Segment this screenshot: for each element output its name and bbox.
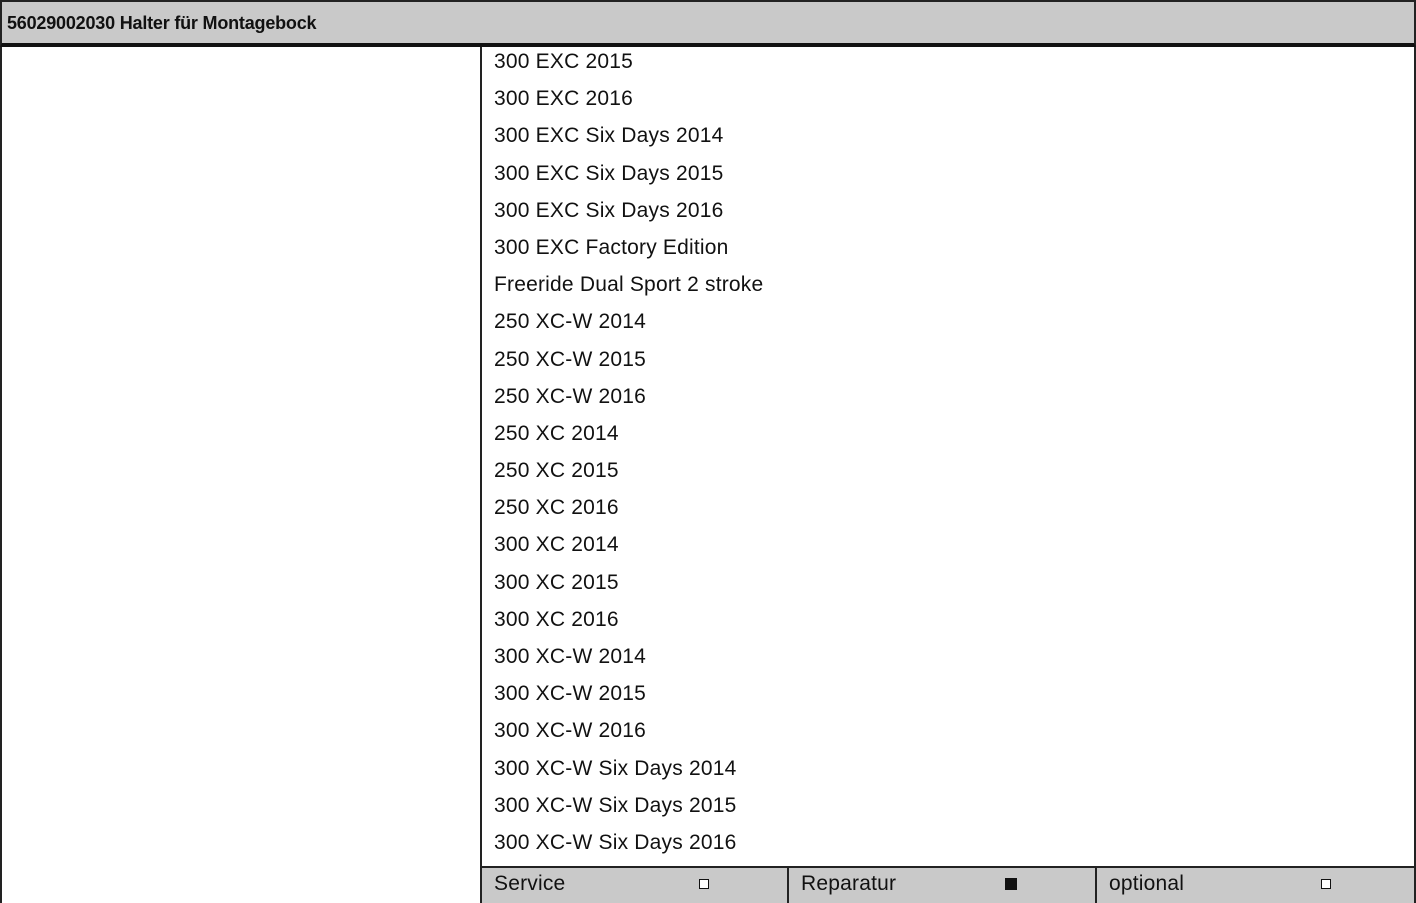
list-item: 300 XC-W 2016 [494, 719, 647, 743]
list-item: 300 XC 2014 [494, 533, 619, 557]
service-checkbox[interactable] [699, 879, 709, 889]
list-item: 300 EXC Six Days 2016 [494, 198, 724, 222]
list-item: 250 XC-W 2016 [494, 384, 647, 408]
left-column [0, 47, 482, 903]
list-item: 300 XC 2015 [494, 570, 619, 594]
list-item: 300 XC-W 2014 [494, 645, 647, 668]
list-item: 250 XC 2016 [494, 496, 619, 520]
page-title: 56029002030 Halter für Montagebock [7, 13, 317, 33]
category-footer: Service Reparatur optional [482, 866, 1416, 903]
reparatur-checkbox[interactable] [1005, 878, 1017, 890]
list-item: 250 XC 2014 [494, 421, 619, 445]
list-item: 300 EXC Six Days 2014 [494, 124, 724, 148]
list-item: 250 XC 2015 [494, 459, 619, 483]
optional-checkbox[interactable] [1321, 879, 1331, 889]
list-item: Freeride Dual Sport 2 stroke [494, 273, 764, 297]
list-item: 300 XC-W Six Days 2016 [494, 830, 737, 854]
list-item: 250 XC-W 2015 [494, 347, 647, 371]
document-header: 56029002030 Halter für Montagebock [0, 0, 1416, 47]
reparatur-cell: Reparatur [789, 868, 1097, 903]
list-item: 250 XC-W 2014 [494, 310, 647, 334]
list-item: 300 XC-W Six Days 2014 [494, 756, 737, 780]
list-item: 300 EXC 2015 [494, 50, 634, 73]
optional-cell: optional [1097, 868, 1416, 903]
list-item: 300 EXC 2016 [494, 87, 634, 111]
model-list: 300 EXC 2015 300 EXC 2016 300 EXC Six Da… [482, 45, 1414, 863]
list-item: 300 EXC Factory Edition [494, 235, 729, 259]
service-label: Service [494, 872, 566, 895]
service-cell: Service [482, 868, 789, 903]
optional-label: optional [1109, 872, 1185, 895]
list-item: 300 XC-W 2015 [494, 682, 647, 706]
list-item: 300 XC 2016 [494, 607, 619, 631]
list-item: 300 XC-W Six Days 2015 [494, 793, 737, 817]
reparatur-label: Reparatur [801, 872, 897, 895]
list-item: 300 EXC Six Days 2015 [494, 161, 724, 185]
right-column: 300 EXC 2015 300 EXC 2016 300 EXC Six Da… [482, 47, 1416, 903]
